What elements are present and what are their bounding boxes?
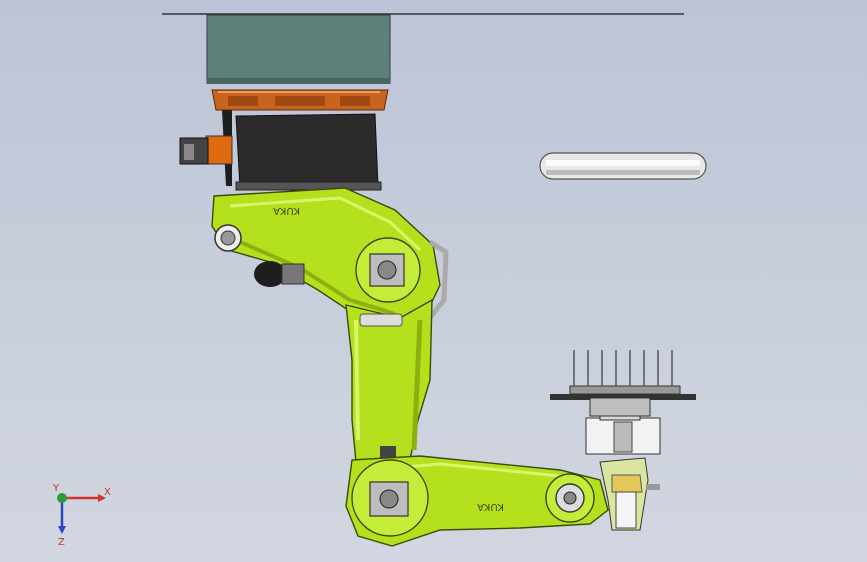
robot-link-3[interactable] <box>345 298 433 463</box>
wrist-flange[interactable] <box>599 457 660 531</box>
z-axis-arrow-icon <box>58 526 66 534</box>
robot-link-2[interactable]: KUKA <box>211 187 449 331</box>
gripper-tool[interactable] <box>550 350 696 455</box>
kuka-logo-upper: KUKA <box>273 205 300 216</box>
y-axis-origin-icon <box>57 493 67 503</box>
x-axis-label: X <box>104 487 111 498</box>
cad-viewport[interactable]: KUKA KUKA X Z Y <box>0 0 867 562</box>
robot-link-4[interactable]: KUKA <box>345 455 609 547</box>
robot-assembly-scene[interactable]: KUKA KUKA <box>0 0 867 562</box>
mount-plate[interactable] <box>206 14 391 84</box>
kuka-logo-lower: KUKA <box>477 501 504 512</box>
z-axis-label: Z <box>58 537 65 548</box>
robot-base[interactable] <box>179 89 389 191</box>
coordinate-triad: X Z Y <box>52 483 111 548</box>
cylinder-part[interactable] <box>539 152 707 180</box>
y-axis-label: Y <box>52 483 60 494</box>
